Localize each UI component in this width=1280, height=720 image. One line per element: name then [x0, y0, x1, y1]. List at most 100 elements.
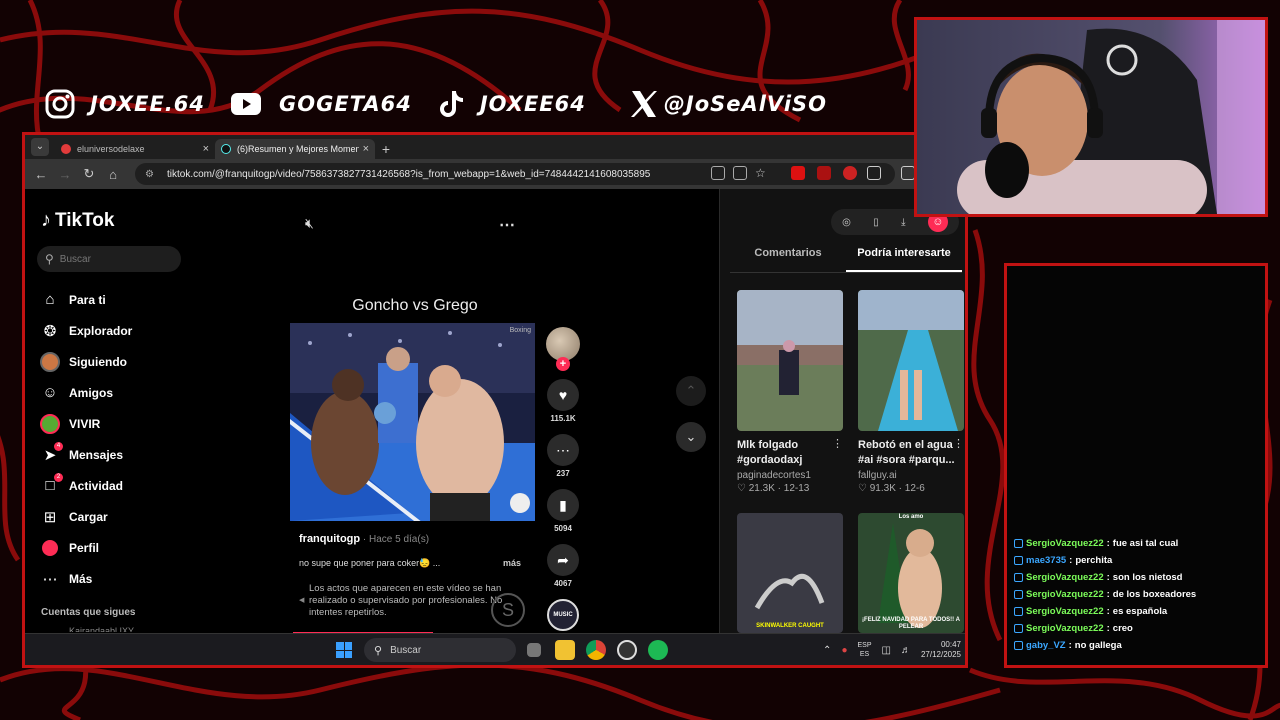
messages-icon: ➤ 4 — [39, 441, 63, 466]
social-x: @JoSeAlViSO — [628, 88, 827, 120]
x-handle: @JoSeAlViSO — [663, 92, 827, 116]
chat-username[interactable]: SergioVazquez22 — [1026, 606, 1104, 617]
extensions-puzzle-icon[interactable] — [867, 166, 881, 180]
sidebar-item-perfil[interactable]: Perfil — [39, 532, 199, 563]
like-button[interactable]: ♥ — [547, 379, 579, 411]
sidebar-item-vivir[interactable]: VIVIR — [39, 408, 199, 439]
site-info-icon[interactable]: ⚙ — [145, 169, 155, 180]
save-count: 5094 — [554, 524, 572, 533]
creator-avatar[interactable]: + — [546, 327, 580, 371]
chat-username[interactable]: SergioVazquez22 — [1026, 623, 1104, 634]
following-account-item[interactable]: Kairandaabl IXY — [69, 626, 134, 632]
sidebar-item-amigos[interactable]: ☺ Amigos — [39, 377, 199, 408]
sidebar-item-cargar[interactable]: ⊞ Cargar — [39, 501, 199, 532]
search-input[interactable]: ⚲ Buscar — [37, 246, 181, 272]
microphone-icon[interactable]: ● — [841, 645, 847, 656]
browser-tab-active[interactable]: (6)Resumen y Mejores Moments × — [215, 139, 375, 159]
video-author[interactable]: franquitogp — [299, 533, 360, 545]
compass-tool-icon[interactable]: ◎ — [842, 217, 851, 228]
share-button[interactable]: ➦ — [547, 544, 579, 576]
warning-icon: ◀ — [299, 597, 305, 604]
save-button[interactable]: ▮ — [547, 489, 579, 521]
previous-video-button[interactable]: ⌃ — [676, 376, 706, 406]
more-options-icon[interactable]: ⋯ — [499, 215, 515, 235]
tab-close-icon[interactable]: × — [363, 143, 369, 155]
card-author: paginadecortes1 — [737, 470, 811, 481]
tab-podria-interesarte[interactable]: Podría interesarte — [846, 247, 962, 272]
chat-username[interactable]: SergioVazquez22 — [1026, 538, 1104, 549]
comment-button[interactable]: ⋯ — [547, 434, 579, 466]
side-panel-icon[interactable] — [901, 166, 915, 180]
language-indicator[interactable]: ESP ES — [857, 641, 871, 659]
suggested-video-card[interactable]: Rebotó en el agua #ai #sora #parqu... fa… — [858, 290, 964, 494]
suggested-video-card[interactable]: Mlk folgado #gordaodaxj paginadecortes1 … — [737, 290, 843, 494]
chat-message: SergioVazquez22: creo — [1014, 620, 1264, 637]
sidebar-item-actividad[interactable]: □ 2 Actividad — [39, 470, 199, 501]
comment-icon: ⋯ — [556, 441, 570, 458]
windows-start-icon[interactable] — [336, 642, 352, 658]
install-app-icon[interactable] — [711, 166, 725, 180]
translate-icon[interactable] — [733, 166, 747, 180]
obs-icon[interactable] — [617, 640, 637, 660]
sidebar-item-mas[interactable]: ⋯ Más — [39, 563, 199, 594]
sidebar-item-siguiendo[interactable]: Siguiendo — [39, 346, 199, 377]
address-bar[interactable]: ⚙ tiktok.com/@franquitogp/video/75863738… — [135, 163, 895, 185]
mobile-icon[interactable]: ▯ — [873, 217, 879, 228]
card-title: Mlk folgado #gordaodaxj — [737, 439, 803, 466]
clock[interactable]: 00:47 27/12/2025 — [921, 640, 961, 660]
sidebar-item-para-ti[interactable]: ⌂ Para ti — [39, 284, 199, 315]
keyboard-layout: ES — [859, 651, 870, 658]
card-menu-icon[interactable]: ⋮ — [953, 437, 964, 450]
spotify-icon[interactable] — [648, 640, 668, 660]
like-count: 115.1K — [550, 414, 576, 423]
taskbar-search-input[interactable]: ⚲ Buscar — [364, 638, 516, 662]
mute-icon[interactable]: 🔇︎ — [305, 215, 314, 235]
file-explorer-icon[interactable] — [555, 640, 575, 660]
sidebar-item-explorador[interactable]: ❂ Explorador — [39, 315, 199, 346]
extension-icon[interactable] — [843, 166, 857, 180]
thumbnail-caption: ¡FELIZ NAVIDAD PARA TODOS!! A PELEAR — [862, 617, 960, 630]
video-top-controls: 🔇︎ ⋯ — [305, 215, 515, 235]
video-player[interactable]: Boxing — [290, 323, 535, 521]
chat-username[interactable]: mae3735 — [1026, 555, 1066, 566]
extension-icon[interactable] — [817, 166, 831, 180]
suggested-video-card[interactable]: SKINWALKER CAUGHT — [737, 513, 843, 633]
webcam-feed — [914, 17, 1268, 217]
tray-expand-icon[interactable]: ⌃ — [823, 645, 831, 656]
description-more-button[interactable]: más — [503, 558, 521, 568]
home-icon: ⌂ — [45, 291, 55, 308]
back-icon[interactable]: ← — [29, 167, 53, 182]
chrome-icon[interactable] — [586, 640, 606, 660]
card-menu-icon[interactable]: ⋮ — [832, 437, 843, 450]
music-disc-button[interactable]: MUSIC — [547, 599, 579, 631]
network-icon[interactable]: ◫ — [882, 645, 891, 656]
forward-icon[interactable]: → — [53, 167, 77, 182]
video-action-rail: + ♥ 115.1K ⋯ 237 ▮ 5094 ➦ 4067 MUSIC — [543, 327, 583, 631]
follow-plus-icon[interactable]: + — [556, 357, 570, 371]
chat-text: de los boxeadores — [1112, 589, 1197, 600]
tiktok-logo[interactable]: ♪ TikTok — [41, 209, 114, 232]
chat-username[interactable]: gaby_VZ — [1026, 640, 1066, 651]
bookmark-star-icon[interactable]: ☆ — [755, 166, 769, 180]
tab-close-icon[interactable]: × — [203, 143, 209, 155]
sidebar-item-mensajes[interactable]: ➤ 4 Mensajes — [39, 439, 199, 470]
tab-search-dropdown-icon[interactable]: ⌄ — [31, 138, 49, 156]
following-avatar-icon — [39, 351, 61, 373]
tiktok-page: ♪ TikTok ⚲ Buscar ⌂ Para ti ❂ Explorador… — [25, 189, 965, 634]
reload-icon[interactable]: ↻ — [77, 166, 101, 182]
task-view-icon[interactable] — [527, 643, 541, 657]
tab-comentarios[interactable]: Comentarios — [730, 247, 846, 272]
new-tab-button[interactable]: + — [375, 139, 397, 159]
messages-badge: 4 — [54, 441, 63, 451]
chat-username[interactable]: SergioVazquez22 — [1026, 572, 1104, 583]
chat-badge-icon — [1014, 556, 1023, 565]
extension-icon[interactable] — [791, 166, 805, 180]
next-video-button[interactable]: ⌄ — [676, 422, 706, 452]
suggested-video-card[interactable]: Los amo ¡FELIZ NAVIDAD PARA TODOS!! A PE… — [858, 513, 964, 633]
chat-username[interactable]: SergioVazquez22 — [1026, 589, 1104, 600]
home-page-icon[interactable]: ⌂ — [101, 167, 125, 182]
browser-tab[interactable]: eluniversodelaxe × — [55, 139, 215, 159]
volume-icon[interactable]: ♬ — [901, 645, 911, 656]
chat-separator: : — [1106, 589, 1110, 600]
download-icon[interactable]: ⤓ — [901, 217, 905, 228]
